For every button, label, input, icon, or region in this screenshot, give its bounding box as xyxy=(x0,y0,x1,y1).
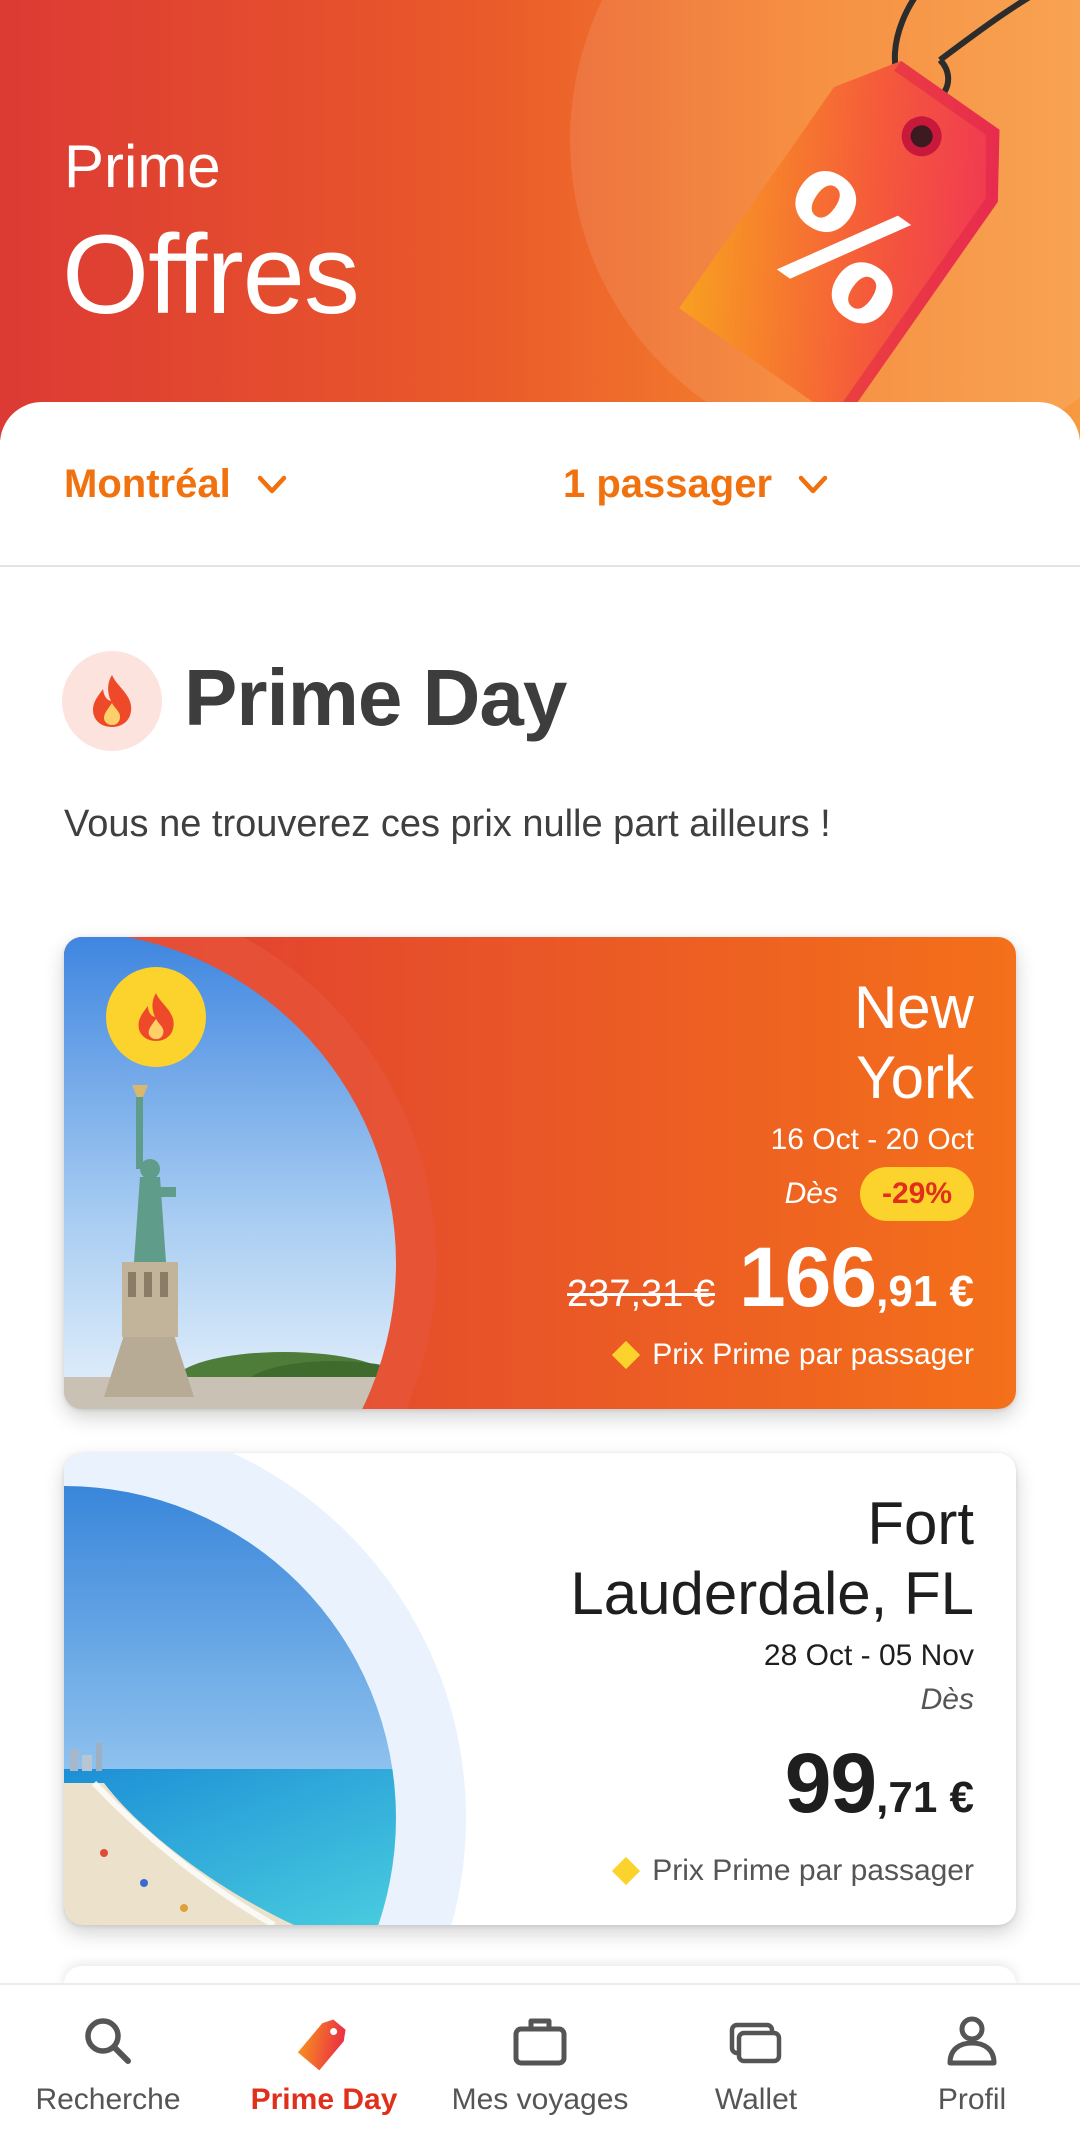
price-tag-icon xyxy=(297,2019,346,2071)
from-label: Dès xyxy=(784,1177,838,1210)
origin-label: Montréal xyxy=(64,462,231,506)
offer-price: 166,91 € xyxy=(739,1229,974,1326)
selector-divider xyxy=(0,565,1080,567)
chevron-down-icon xyxy=(257,475,286,493)
price-note-text: Prix Prime par passager xyxy=(652,1854,974,1887)
search-icon xyxy=(85,2018,131,2064)
from-label: Dès xyxy=(920,1683,974,1716)
beach-photo xyxy=(64,1453,466,1925)
section-description: Vous ne trouverez ces prix nulle part ai… xyxy=(64,803,831,845)
percent-tag-illustration: % xyxy=(640,0,1080,423)
offer-price: 99,71 € xyxy=(785,1735,974,1832)
travel-dates: 28 Oct - 05 Nov xyxy=(763,1639,974,1672)
destination-name: New York xyxy=(567,973,974,1113)
prime-offers-banner: Prime Offres % xyxy=(0,0,1080,440)
price-row: 237,31 € 166,91 € xyxy=(567,1229,974,1326)
banner-title: Offres xyxy=(62,212,360,337)
app-screen: Prime Offres % Montréal 1 passager Prime… xyxy=(0,0,1080,2133)
wallet-icon xyxy=(729,2022,782,2064)
offer-card-new-york[interactable]: New York 16 Oct - 20 Oct Dès -29% 237,31… xyxy=(64,937,1016,1409)
flame-icon xyxy=(62,651,162,751)
diamond-icon xyxy=(612,1340,641,1370)
nav-mes-voyages[interactable]: Mes voyages xyxy=(432,1985,648,2133)
price-note: Prix Prime par passager xyxy=(570,1854,974,1888)
nav-label: Recherche xyxy=(35,2083,181,2116)
nav-label: Mes voyages xyxy=(451,2083,629,2116)
destination-line-1: Fort xyxy=(867,1490,974,1557)
offer-details: Fort Lauderdale, FL 28 Oct - 05 Nov Dès … xyxy=(570,1489,974,1888)
origin-selector[interactable]: Montréal xyxy=(64,462,287,507)
profile-icon xyxy=(947,2016,997,2066)
from-row: Dès -29% xyxy=(567,1167,974,1221)
chevron-down-icon xyxy=(798,475,828,493)
passenger-label: 1 passager xyxy=(563,462,773,506)
price-whole: 166 xyxy=(738,1230,877,1324)
nav-label: Wallet xyxy=(714,2083,798,2116)
nav-wallet[interactable]: Wallet xyxy=(648,1985,864,2133)
price-note: Prix Prime par passager xyxy=(567,1338,974,1372)
diamond-icon xyxy=(612,1856,641,1886)
destination-name: Fort Lauderdale, FL xyxy=(570,1489,974,1629)
bottom-navigation: Recherche Prime Day Mes voyages Wallet P… xyxy=(0,1983,1080,2133)
price-fraction: ,91 € xyxy=(876,1267,974,1316)
travel-dates: 16 Oct - 20 Oct xyxy=(770,1123,974,1156)
banner-subtitle: Prime xyxy=(64,133,221,200)
destination-line-2: York xyxy=(856,1044,974,1111)
price-whole: 99 xyxy=(784,1736,877,1830)
passenger-selector[interactable]: 1 passager xyxy=(563,462,828,507)
destination-line-1: New xyxy=(853,974,974,1041)
section-title: Prime Day xyxy=(184,653,567,742)
nav-profil[interactable]: Profil xyxy=(864,1985,1080,2133)
offer-details: New York 16 Oct - 20 Oct Dès -29% 237,31… xyxy=(567,973,974,1372)
price-fraction: ,71 € xyxy=(876,1773,974,1822)
nav-label: Profil xyxy=(937,2083,1007,2116)
discount-badge: -29% xyxy=(859,1167,974,1221)
original-price: 237,31 € xyxy=(567,1273,715,1315)
price-note-text: Prix Prime par passager xyxy=(652,1338,974,1371)
offer-card-fort-lauderdale[interactable]: Fort Lauderdale, FL 28 Oct - 05 Nov Dès … xyxy=(64,1453,1016,1925)
flame-badge-icon xyxy=(106,967,206,1067)
price-row: 99,71 € xyxy=(570,1735,974,1832)
nav-label: Prime Day xyxy=(250,2083,398,2116)
from-row: Dès xyxy=(570,1683,974,1717)
suitcase-icon xyxy=(513,2018,567,2066)
trip-selectors: Montréal 1 passager xyxy=(0,402,1080,566)
nav-prime-day[interactable]: Prime Day xyxy=(216,1985,432,2133)
nav-recherche[interactable]: Recherche xyxy=(0,1985,216,2133)
destination-line-2: Lauderdale, FL xyxy=(570,1560,974,1627)
